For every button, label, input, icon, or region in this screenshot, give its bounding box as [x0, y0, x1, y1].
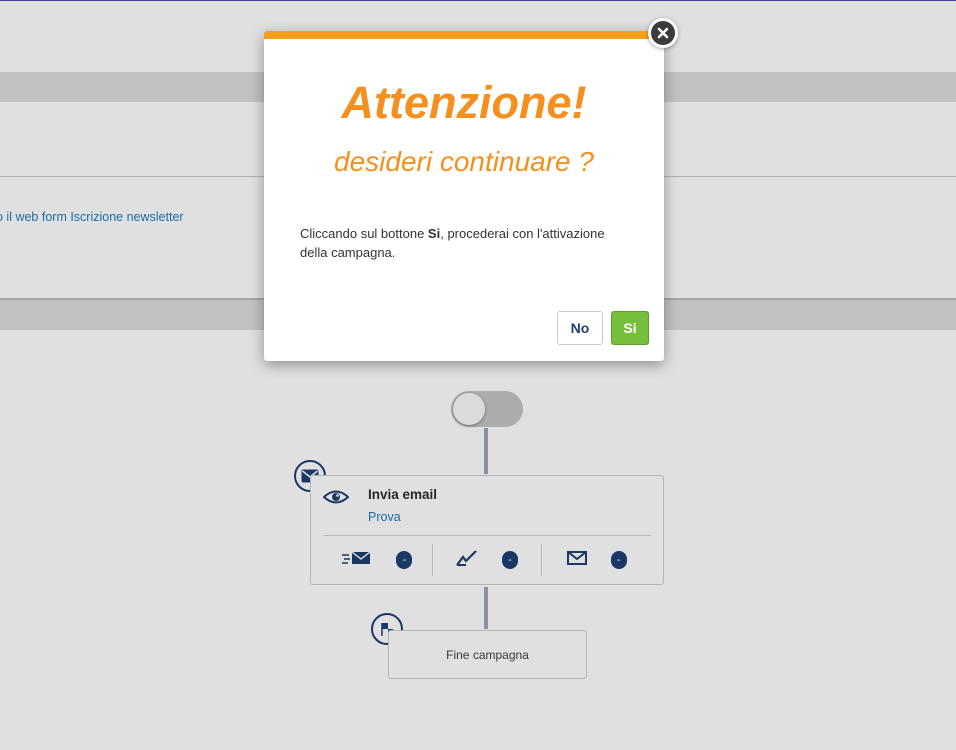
close-icon [651, 21, 675, 45]
dialog-title: Attenzione! [341, 77, 587, 128]
confirm-dialog: Attenzione! desideri continuare ? Clicca… [264, 31, 664, 361]
no-button[interactable]: No [557, 311, 603, 345]
dialog-subtitle: desideri continuare ? [334, 146, 594, 177]
yes-button[interactable]: Si [611, 311, 649, 345]
dialog-message-prefix: Cliccando sul bottone [300, 226, 428, 241]
dialog-message: Cliccando sul bottone Si, procederai con… [300, 224, 628, 262]
dialog-message-bold: Si [427, 226, 441, 241]
close-dialog-button[interactable] [648, 18, 678, 48]
